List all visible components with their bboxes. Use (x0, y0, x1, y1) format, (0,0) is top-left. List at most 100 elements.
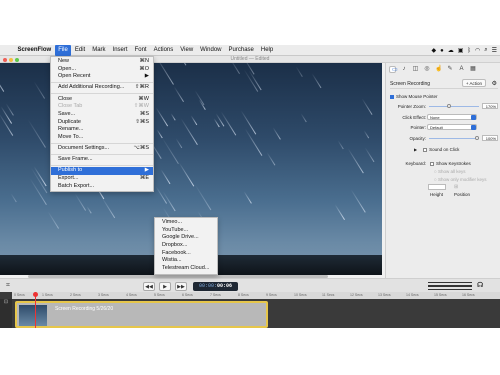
menu-file[interactable]: File (54, 45, 72, 56)
opacity-knob[interactable] (475, 136, 479, 140)
menu-edit[interactable]: Edit (71, 45, 88, 56)
position-grid-icon[interactable]: ⊞ (454, 184, 458, 191)
gear-icon[interactable]: ⚙ (492, 80, 497, 87)
publish-menu-item[interactable]: Facebook... (155, 250, 217, 258)
playhead[interactable] (33, 292, 38, 328)
file-menu-item[interactable]: Rename... (51, 126, 153, 134)
menu-help[interactable]: Help (257, 45, 276, 56)
publish-menu-item[interactable]: Dropbox... (155, 242, 217, 250)
pointer-zoom-value[interactable]: 170% (482, 103, 498, 109)
file-menu-item[interactable]: New ⌘N (51, 58, 153, 66)
menu-item-label: Duplicate (58, 118, 81, 125)
sound-on-click-checkbox[interactable] (423, 147, 428, 152)
show-mouse-pointer-checkbox[interactable] (390, 94, 394, 99)
close-window-button[interactable] (3, 57, 7, 62)
pointer-label: Pointer: (410, 125, 426, 130)
cloud-icon[interactable]: ☁ (448, 47, 454, 54)
menu-actions[interactable]: Actions (150, 45, 177, 56)
file-menu-item[interactable]: Document Settings... ⌥⌘S (51, 145, 153, 153)
opacity-slider[interactable] (429, 136, 479, 140)
zoom-window-button[interactable] (15, 57, 19, 62)
file-menu-item[interactable]: Batch Export... (51, 183, 153, 191)
publish-menu-item[interactable]: Telestream Cloud... (155, 265, 217, 273)
sound-on-click-row[interactable]: ▶ Sound on Click (414, 146, 500, 153)
timeline-ruler[interactable]: 0 Secs 1 Secs 2 Secs 3 Secs 4 Secs 5 Secs 6 Se… (12, 292, 500, 299)
menu-app-name[interactable]: ScreenFlow (14, 45, 55, 56)
opacity-label: Opacity: (409, 136, 426, 141)
menu-purchase[interactable]: Purchase (225, 45, 257, 56)
file-menu-item[interactable]: Add Additional Recording... ⇧⌘R (51, 84, 153, 92)
file-menu-item[interactable]: Export... ⌘E (51, 175, 153, 183)
file-menu-item[interactable]: Save... ⌘S (51, 111, 153, 119)
clip-thumbnail (19, 305, 47, 326)
dropbox-icon[interactable]: ◆ (431, 47, 436, 54)
media-library-icon[interactable]: ▦ (470, 66, 477, 73)
text-icon[interactable]: A (458, 66, 465, 73)
disclosure-triangle-icon[interactable]: ▶ (414, 147, 417, 152)
callout-icon[interactable]: ◎ (424, 66, 431, 73)
menu-item-label: Save... (58, 110, 76, 117)
crop-icon[interactable]: ⌗ (6, 282, 10, 290)
spotlight-icon[interactable]: ⌕ (484, 47, 487, 54)
wifi-icon[interactable]: ◠ (475, 47, 480, 54)
show-all-keys-label: Show all keys (437, 169, 466, 174)
menu-mark[interactable]: Mark (89, 45, 109, 56)
menu-font[interactable]: Font (131, 45, 150, 56)
pointer-select[interactable]: Default (427, 124, 477, 130)
publish-menu-item[interactable]: Google Drive... (155, 234, 217, 242)
show-all-keys-option[interactable]: ○ Show all keys (434, 168, 500, 175)
menu-view[interactable]: View (177, 45, 197, 56)
timeline-clip[interactable]: Screen Recording 5/26/20 (15, 301, 268, 328)
meteor-streak (243, 191, 252, 204)
menu-window[interactable]: Window (197, 45, 225, 56)
show-keystrokes-checkbox[interactable] (430, 161, 434, 166)
pointer-zoom-slider[interactable] (429, 104, 479, 108)
play-button[interactable]: ▶ (159, 282, 171, 291)
audio-properties-icon[interactable]: ♪ (401, 66, 408, 73)
minimize-window-button[interactable] (9, 57, 13, 62)
meteor-streak (363, 130, 369, 139)
menu-item-label: Document Settings... (58, 145, 110, 151)
annotations-icon[interactable]: ✎ (447, 66, 454, 73)
publish-menu-item[interactable]: Wistia... (155, 257, 217, 265)
forward-button[interactable]: ▶▶ (175, 282, 187, 291)
meteor-streak (86, 205, 92, 214)
lock-icon[interactable]: ⊡ (4, 299, 8, 305)
show-keystrokes-option[interactable]: Show Keystrokes (430, 160, 471, 167)
meteor-streak (350, 189, 366, 214)
opacity-value[interactable]: 100% (482, 135, 498, 141)
show-modifier-keys-option[interactable]: ○ Show only modifier keys (434, 176, 500, 183)
rewind-button[interactable]: ◀◀ (143, 282, 155, 291)
keyboard-row: Keyboard: Show Keystrokes (386, 160, 500, 167)
click-effect-select[interactable]: None (427, 114, 477, 120)
file-menu-item[interactable]: Publish to ▶ (51, 167, 153, 175)
file-menu-item[interactable]: Open... ⌘O (51, 66, 153, 74)
pointer-zoom-knob[interactable] (447, 104, 451, 108)
add-action-button[interactable]: + Action (462, 79, 486, 87)
menu-separator (51, 142, 153, 144)
touch-callout-icon[interactable]: ☝ (435, 66, 442, 73)
notification-icon[interactable]: ☰ (492, 47, 497, 54)
screenflow-tray-icon[interactable]: ▣ (458, 47, 464, 54)
keystroke-height-field[interactable] (428, 184, 446, 190)
file-menu-item[interactable]: Save Frame... (51, 156, 153, 164)
publish-menu-item[interactable]: Vimeo... (155, 219, 217, 227)
pointer-zoom-row: Pointer Zoom: 170% (386, 103, 500, 110)
opacity-row: Opacity: 100% (386, 135, 500, 142)
file-menu-item[interactable]: Duplicate ⇧⌘S (51, 119, 153, 127)
file-menu-item[interactable]: Open Recent ▶ (51, 73, 153, 81)
file-menu-item[interactable]: Move To... (51, 134, 153, 142)
screen-recording-icon[interactable]: ▭ (389, 66, 398, 73)
video-motion-icon[interactable]: ◫ (412, 66, 419, 73)
menu-insert[interactable]: Insert (109, 45, 131, 56)
meteor-streak (334, 204, 345, 221)
timeline[interactable]: 0 Secs 1 Secs 2 Secs 3 Secs 4 Secs 5 Secs 6 Se… (0, 292, 500, 328)
record-icon[interactable]: ● (440, 48, 444, 54)
headphones-icon[interactable]: ☊ (477, 281, 483, 289)
publish-menu-item[interactable]: YouTube... (155, 227, 217, 235)
bluetooth-icon[interactable]: ᛒ (467, 48, 471, 54)
track-header: ⊡ (0, 299, 12, 328)
mac-menubar: ScreenFlow File Edit Mark Insert Font Ac… (0, 45, 500, 56)
show-mouse-pointer-row[interactable]: Show Mouse Pointer (390, 93, 500, 100)
playhead-handle[interactable] (33, 292, 38, 297)
